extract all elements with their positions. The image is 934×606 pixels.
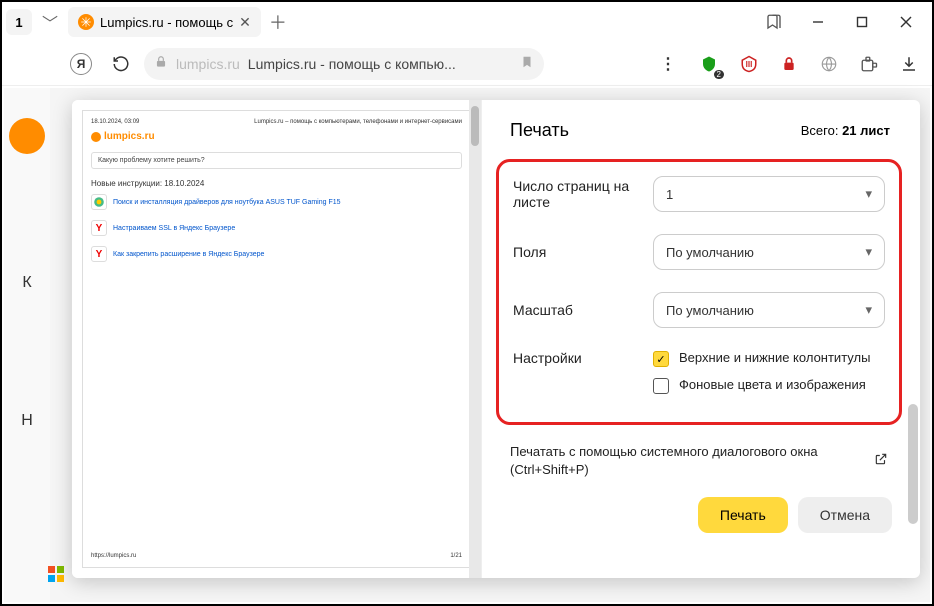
preview-logo: lumpics.ru (91, 131, 462, 142)
page-sidebar: К Н (4, 88, 50, 602)
windows-logo-icon (48, 566, 64, 582)
bg-text-h: Н (21, 412, 33, 430)
tab-favicon-icon (78, 14, 94, 30)
window-titlebar: 1 ﹀ Lumpics.ru - помощь с ✕ ＋ (2, 2, 932, 42)
bookmarks-icon[interactable] (752, 13, 796, 31)
protect-green-icon[interactable]: 2 (692, 47, 726, 81)
lock-icon (154, 55, 168, 72)
preview-date: 18.10.2024, 03:09 (91, 119, 139, 125)
print-actions: Печать Отмена (482, 479, 920, 543)
background-graphics-label: Фоновые цвета и изображения (679, 377, 866, 394)
cancel-button[interactable]: Отмена (798, 497, 892, 533)
yandex-home-button[interactable]: Я (64, 47, 98, 81)
extensions-icon[interactable] (852, 47, 886, 81)
preview-subtitle: Lumpics.ru – помощь с компьютерами, теле… (254, 119, 462, 125)
new-tab-button[interactable]: ＋ (265, 9, 291, 35)
translate-icon[interactable] (812, 47, 846, 81)
chevron-down-icon: ▾ (865, 302, 872, 318)
tab-strip: 1 ﹀ Lumpics.ru - помощь с ✕ ＋ (6, 2, 291, 42)
preview-scrollbar[interactable] (469, 100, 481, 578)
tab-close-icon[interactable]: ✕ (239, 14, 251, 31)
tab-counter[interactable]: 1 (6, 9, 32, 35)
print-header: Печать Всего: 21 лист (482, 104, 920, 153)
bookmark-page-icon[interactable] (520, 55, 534, 72)
scale-select[interactable]: По умолчанию ▾ (653, 292, 885, 328)
print-preview-pane: 18.10.2024, 03:09 Lumpics.ru – помощь с … (72, 100, 482, 578)
tab-title: Lumpics.ru - помощь с (100, 15, 233, 30)
print-total: Всего: 21 лист (801, 123, 890, 138)
window-minimize-button[interactable] (796, 2, 840, 42)
print-settings-pane: Печать Всего: 21 лист Число страниц на л… (482, 100, 920, 578)
preview-page: 18.10.2024, 03:09 Lumpics.ru – помощь с … (82, 110, 471, 568)
reload-button[interactable] (104, 47, 138, 81)
adblock-icon[interactable] (732, 47, 766, 81)
protect-badge: 2 (714, 70, 724, 79)
options-label: Настройки (513, 350, 653, 366)
margins-select[interactable]: По умолчанию ▾ (653, 234, 885, 270)
headers-footers-checkbox[interactable]: ✓ (653, 351, 669, 367)
preview-article-item: Y Как закрепить расширение в Яндекс Брау… (91, 246, 462, 262)
tab-dropdown-icon[interactable]: ﹀ (36, 10, 64, 34)
headers-footers-label: Верхние и нижние колонтитулы (679, 350, 870, 367)
print-dialog: 18.10.2024, 03:09 Lumpics.ru – помощь с … (72, 100, 920, 578)
preview-section-header: Новые инструкции: 18.10.2024 (91, 179, 462, 188)
preview-footer-page: 1/21 (450, 553, 462, 559)
print-button[interactable]: Печать (698, 497, 788, 533)
downloads-icon[interactable] (892, 47, 926, 81)
system-print-link[interactable]: Печатать с помощью системного диалоговог… (510, 443, 888, 479)
pages-per-sheet-select[interactable]: 1 ▾ (653, 176, 885, 212)
security-red-icon[interactable] (772, 47, 806, 81)
highlighted-settings-group: Число страниц на листе 1 ▾ Поля По умолч… (496, 159, 902, 425)
margins-label: Поля (513, 244, 653, 260)
preview-footer-url: https://lumpics.ru (91, 553, 136, 559)
scale-label: Масштаб (513, 302, 653, 318)
preview-search-box: Какую проблему хотите решить? (91, 152, 462, 169)
menu-icon[interactable]: ⋮ (652, 47, 686, 81)
browser-toolbar: Я lumpics.ru Lumpics.ru - помощь с компь… (2, 42, 932, 86)
address-domain: lumpics.ru (176, 56, 240, 72)
chevron-down-icon: ▾ (865, 244, 872, 260)
preview-item-icon (91, 194, 107, 210)
tab-active[interactable]: Lumpics.ru - помощь с ✕ (68, 7, 261, 37)
settings-scrollbar[interactable] (908, 104, 918, 574)
preview-article-item: Y Настраиваем SSL в Яндекс Браузере (91, 220, 462, 236)
preview-article-item: Поиск и инсталляция драйверов для ноутбу… (91, 194, 462, 210)
background-graphics-checkbox[interactable] (653, 378, 669, 394)
preview-item-icon: Y (91, 220, 107, 236)
address-bar[interactable]: lumpics.ru Lumpics.ru - помощь с компью.… (144, 48, 544, 80)
chevron-down-icon: ▾ (865, 186, 872, 202)
pages-per-sheet-label: Число страниц на листе (513, 178, 653, 210)
address-title: Lumpics.ru - помощь с компью... (248, 56, 456, 72)
external-link-icon (874, 452, 888, 471)
bg-text-k: К (22, 274, 31, 292)
window-maximize-button[interactable] (840, 2, 884, 42)
preview-item-icon: Y (91, 246, 107, 262)
site-logo-icon (9, 118, 45, 154)
window-close-button[interactable] (884, 2, 928, 42)
print-title: Печать (510, 120, 569, 141)
